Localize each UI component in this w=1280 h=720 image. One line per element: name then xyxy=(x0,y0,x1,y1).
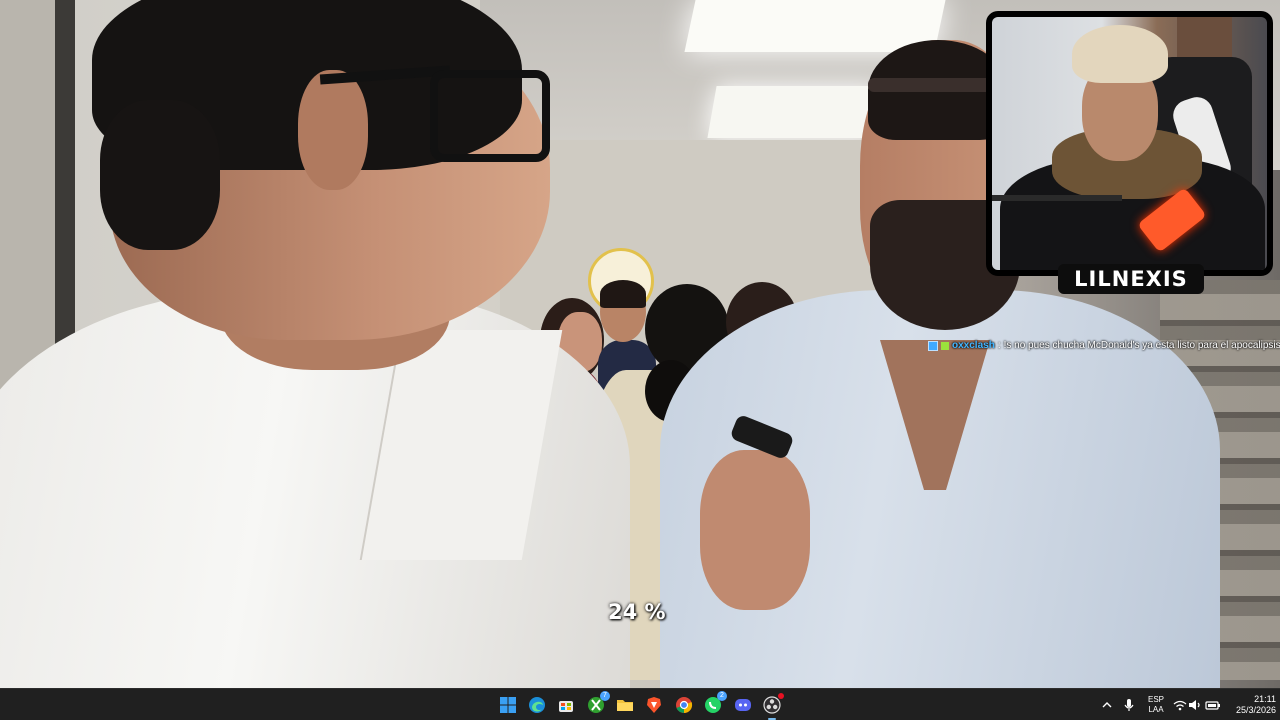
whatsapp-badge: 2 xyxy=(717,691,727,701)
chat-badge-icon xyxy=(928,340,938,351)
language-line2: LAA xyxy=(1148,705,1164,714)
store-icon[interactable] xyxy=(556,695,576,715)
door-frame xyxy=(55,0,75,360)
chevron-up-icon[interactable] xyxy=(1097,695,1117,715)
whatsapp-icon[interactable]: 2 xyxy=(703,691,727,715)
chat-message: oxxclash : !s no pues chucha McDonald's … xyxy=(928,339,1280,352)
volume-icon[interactable] xyxy=(1185,695,1205,715)
glasses xyxy=(430,70,550,162)
xbox-icon[interactable]: 7 xyxy=(586,691,610,715)
streamer-hair xyxy=(1072,25,1168,83)
microphone-icon[interactable] xyxy=(1119,695,1139,715)
chat-badge-icon xyxy=(941,341,949,350)
streamer-name-label: LILNEXIS xyxy=(1058,264,1204,294)
man-left-ear xyxy=(298,70,368,190)
obs-icon[interactable] xyxy=(762,693,784,720)
chrome-icon[interactable] xyxy=(674,695,694,715)
discord-icon[interactable] xyxy=(733,695,753,715)
file-explorer-icon[interactable] xyxy=(615,695,635,715)
chat-username: oxxclash xyxy=(952,340,995,351)
obs-recording-dot xyxy=(778,693,784,699)
chat-text: !s no pues chucha McDonald's ya esta lis… xyxy=(1003,340,1280,351)
windows-start-icon[interactable] xyxy=(498,695,518,715)
ceiling-light xyxy=(707,86,882,138)
taskbar: 7 2 ESP LAA 21:11 25/3/2026 xyxy=(0,688,1280,720)
progress-percent: 24 % xyxy=(608,600,666,624)
edge-icon[interactable] xyxy=(527,695,547,715)
language-indicator[interactable]: ESP LAA xyxy=(1144,695,1168,715)
taskbar-clock[interactable]: 21:11 25/3/2026 xyxy=(1228,694,1276,716)
chat-separator: : xyxy=(997,340,1001,351)
headband xyxy=(868,78,1000,92)
clock-time: 21:11 xyxy=(1254,694,1276,704)
man-right-hand xyxy=(700,450,810,610)
battery-icon[interactable] xyxy=(1203,695,1223,715)
clock-date: 25/3/2026 xyxy=(1235,705,1276,715)
man-left-hair xyxy=(100,100,220,250)
webcam-overlay xyxy=(986,11,1273,276)
mic-arm xyxy=(992,195,1122,201)
language-line1: ESP xyxy=(1147,695,1164,704)
xbox-badge: 7 xyxy=(600,691,610,701)
brave-icon[interactable] xyxy=(644,695,664,715)
background-person-hair xyxy=(600,280,646,308)
